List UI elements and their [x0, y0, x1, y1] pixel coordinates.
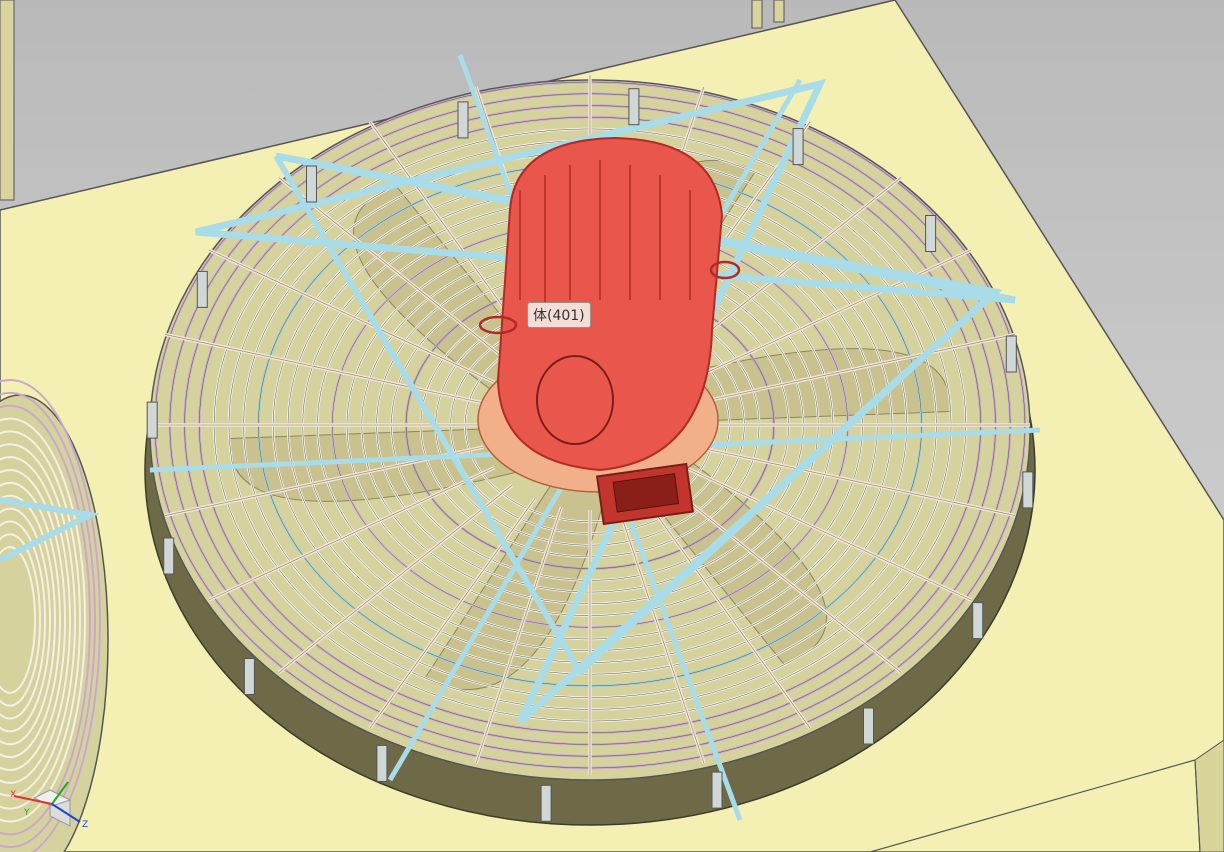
mounting-clip — [146, 401, 158, 439]
cad-3d-viewport[interactable]: 体(401) X Y Z — [0, 0, 1224, 852]
triad-y-label: Y — [24, 808, 30, 818]
mounting-clip — [628, 88, 640, 126]
mounting-clip — [1022, 471, 1034, 509]
support-post-top-a — [751, 0, 763, 29]
mounting-clip — [863, 707, 874, 745]
mounting-clip — [163, 537, 175, 575]
mounting-clip — [457, 101, 469, 139]
mounting-clip — [243, 658, 255, 695]
view-triad-icon[interactable]: X Y Z — [8, 770, 92, 840]
mounting-clip — [925, 215, 937, 252]
triad-x-label: X — [10, 790, 17, 800]
mounting-clip — [1005, 335, 1017, 373]
mounting-clip — [711, 771, 723, 809]
mounting-clip — [376, 744, 388, 782]
selection-tooltip: 体(401) — [527, 302, 591, 328]
mounting-clip — [972, 602, 984, 640]
mounting-clip — [792, 128, 804, 166]
mounting-clip — [306, 165, 317, 203]
triad-z-label: Z — [82, 820, 89, 830]
mounting-clip — [196, 270, 208, 308]
mounting-clip — [540, 784, 552, 822]
support-post-left — [0, 0, 15, 201]
support-post-top-b — [773, 0, 785, 23]
